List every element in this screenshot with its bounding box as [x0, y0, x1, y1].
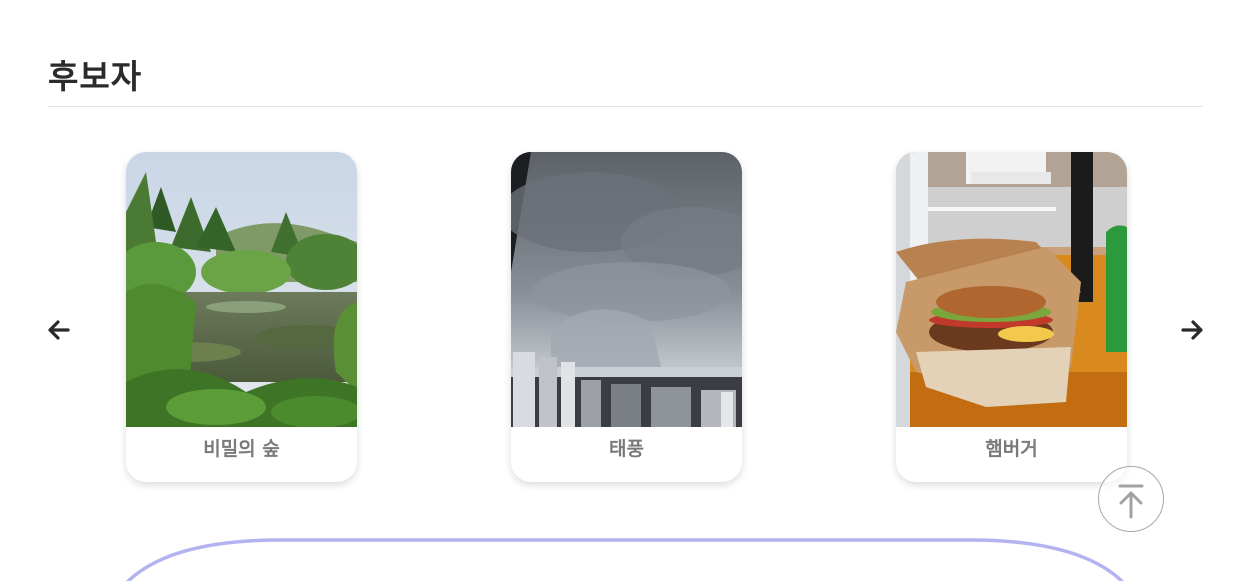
arrow-right-icon: [1181, 320, 1203, 340]
candidate-card-1[interactable]: 비밀의 숲: [126, 152, 357, 482]
title-divider: [48, 106, 1203, 107]
candidate-card-label: 햄버거: [985, 438, 1038, 460]
section-title: 후보자: [48, 57, 143, 96]
candidate-card-label: 태풍: [609, 438, 644, 460]
forest-pond-photo: [126, 152, 357, 427]
hamburger-photo: [896, 152, 1127, 427]
storm-clouds-city-photo: [511, 152, 742, 427]
candidate-card-label: 비밀의 숲: [203, 438, 280, 460]
scroll-to-top-button[interactable]: [1098, 466, 1164, 532]
arrow-left-icon: [48, 320, 70, 340]
carousel-next-button[interactable]: [1178, 316, 1206, 344]
carousel-prev-button[interactable]: [45, 316, 73, 344]
arrow-up-to-top-icon: [1118, 484, 1144, 519]
candidate-card-2[interactable]: 태풍: [511, 152, 742, 482]
candidate-card-3[interactable]: 햄버거: [896, 152, 1127, 482]
candidates-page: 후보자 비밀의 숲 태풍 햄버거: [0, 0, 1256, 581]
bottom-panel-outline: [0, 530, 1256, 581]
